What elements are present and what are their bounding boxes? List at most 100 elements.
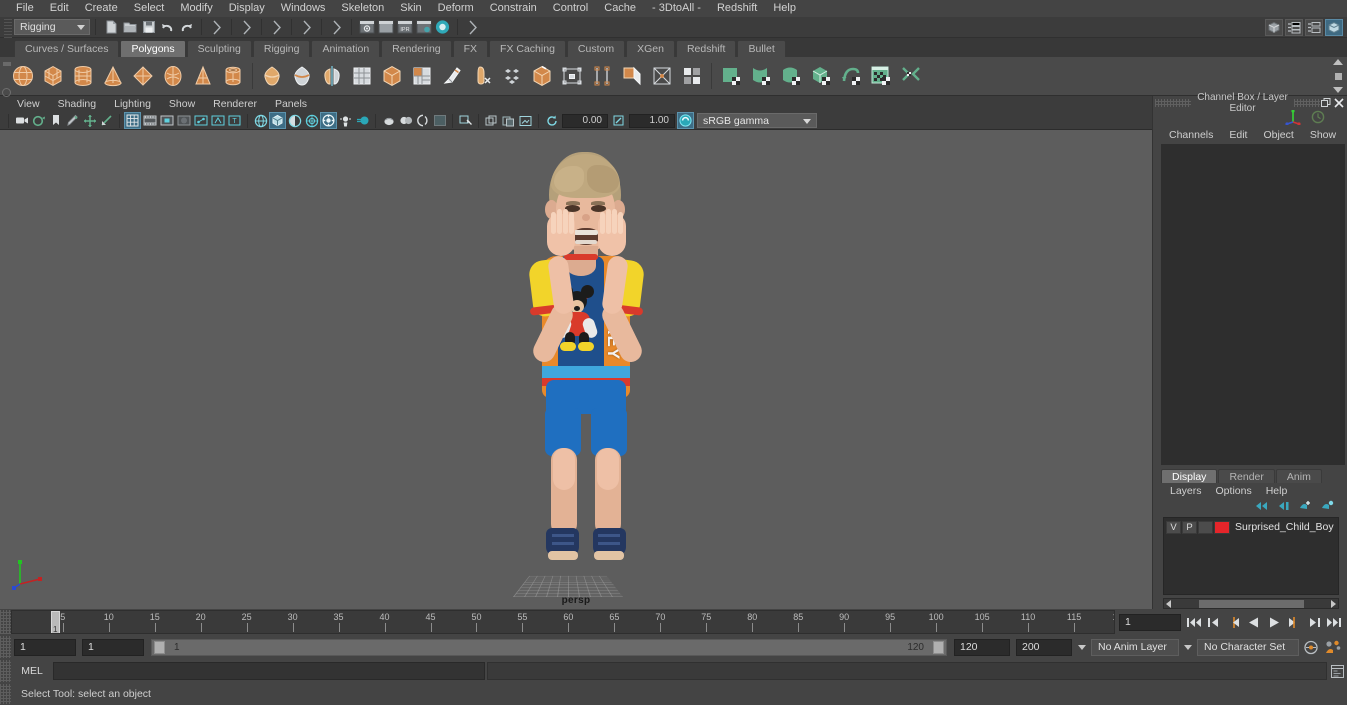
shelf-drag-handle[interactable] [2,57,12,114]
timeline-ruler[interactable]: 1 5 10 15 20 25 30 35 40 45 50 55 60 65 70 75 80 85 90 95 1… [11,610,1115,634]
chevron-down-icon[interactable] [1078,644,1086,650]
menu-skin[interactable]: Skin [392,0,429,17]
bookmark-icon[interactable] [31,113,46,128]
channel-menu-channels[interactable]: Channels [1161,126,1221,144]
menu-cache[interactable]: Cache [596,0,644,17]
poly-connect-icon[interactable] [497,61,527,91]
viewport-menu-shading[interactable]: Shading [49,96,106,112]
poly-combine-icon[interactable] [257,61,287,91]
show-hide-channel-box-icon[interactable] [1325,19,1343,36]
menu-3dtoall[interactable]: - 3DtoAll - [644,0,709,17]
layer-tab-display[interactable]: Display [1161,469,1218,483]
menu-set-selector[interactable]: Rigging [14,19,90,35]
channel-menu-edit[interactable]: Edit [1221,126,1255,144]
scroll-up-icon[interactable] [1333,59,1343,65]
menu-create[interactable]: Create [77,0,126,17]
layer-tab-render[interactable]: Render [1218,469,1275,483]
anim-start-field[interactable]: 1 [14,638,76,656]
shelf-tab-bullet[interactable]: Bullet [737,40,786,57]
show-hide-modeling-toolkit-icon[interactable] [1265,19,1283,36]
time-slider-drag-handle[interactable] [0,610,11,634]
range-bar-right-handle[interactable] [933,640,944,654]
animation-preferences-icon[interactable] [1321,638,1343,656]
poly-sphere-icon[interactable] [8,61,38,91]
render-current-frame-icon[interactable] [377,19,394,36]
uv-spherical-icon[interactable] [776,61,806,91]
poly-plane-icon[interactable] [128,61,158,91]
speed-toggle-icon[interactable] [1311,110,1325,127]
poly-booleans-icon[interactable] [377,61,407,91]
step-back-frame-icon[interactable] [1225,614,1242,631]
uv-planar-icon[interactable] [716,61,746,91]
viewport-menu-show[interactable]: Show [160,96,204,112]
scroll-right-icon[interactable] [1331,599,1336,608]
anim-layer-selector[interactable]: No Anim Layer [1091,638,1179,656]
wireframe-icon[interactable] [253,113,268,128]
layer-move-prev-icon[interactable] [1276,500,1291,515]
auto-key-icon[interactable] [1301,638,1321,656]
layer-add-empty-icon[interactable] [1320,500,1335,515]
layer-move-first-icon[interactable] [1254,500,1269,515]
layer-visibility-toggle[interactable]: V [1166,520,1181,534]
display-layer-icon[interactable] [432,113,447,128]
select-by-object-icon[interactable] [238,19,255,36]
shelf-tab-polygons[interactable]: Polygons [120,40,186,57]
shelf-tab-xgen[interactable]: XGen [626,40,675,57]
shelf-tab-rendering[interactable]: Rendering [381,40,452,57]
uv-editor-icon[interactable] [866,61,896,91]
range-slider-drag-handle[interactable] [0,636,11,658]
panel-drag-handle[interactable] [1155,99,1191,107]
layer-menu-help[interactable]: Help [1259,483,1295,500]
viewport-menu-renderer[interactable]: Renderer [204,96,266,112]
select-mask-icon[interactable] [298,19,315,36]
poly-wedge-icon[interactable] [617,61,647,91]
gamma-reset-icon[interactable] [611,113,626,128]
viewport-menu-view[interactable]: View [8,96,49,112]
viewport-paste-icon[interactable] [501,113,516,128]
layer-playback-toggle[interactable]: P [1182,520,1197,534]
step-forward-frame-icon[interactable] [1285,614,1302,631]
shelf-tab-redshift[interactable]: Redshift [675,40,737,57]
menu-constrain[interactable]: Constrain [482,0,545,17]
shadows-icon[interactable] [320,112,337,129]
select-by-hierarchy-icon[interactable] [208,19,225,36]
poly-smooth-icon[interactable] [347,61,377,91]
menu-display[interactable]: Display [221,0,273,17]
redo-icon[interactable] [178,19,195,36]
display-layer-list[interactable]: V P Surprised_Child_Boy [1163,517,1339,595]
uv-contour-stretch-icon[interactable] [836,61,866,91]
resolution-gate-icon[interactable] [159,113,174,128]
select-mask2-icon[interactable] [328,19,345,36]
viewport-copy-icon[interactable] [484,113,499,128]
menu-control[interactable]: Control [545,0,596,17]
script-editor-icon[interactable] [1327,662,1347,680]
poly-multi-cut-icon[interactable] [437,61,467,91]
menu-windows[interactable]: Windows [273,0,334,17]
open-scene-icon[interactable] [121,19,138,36]
isolate-select-icon[interactable] [415,113,430,128]
layer-name[interactable]: Surprised_Child_Boy [1235,521,1334,533]
shaded-wireframe-icon[interactable] [287,113,302,128]
channel-menu-object[interactable]: Object [1255,126,1301,144]
grid-toggle-icon[interactable] [124,112,141,129]
color-space-selector[interactable]: sRGB gamma [697,113,817,128]
texture-placement-icon[interactable]: T [227,113,242,128]
2d-pan-zoom-icon[interactable] [82,113,97,128]
use-all-lights-icon[interactable] [304,113,319,128]
poly-mirror-icon[interactable] [317,61,347,91]
smooth-shade-icon[interactable] [269,112,286,129]
screen-space-ao-icon[interactable] [338,113,353,128]
shelf-tab-curves-surfaces[interactable]: Curves / Surfaces [14,40,120,57]
poly-cube-icon[interactable] [38,61,68,91]
table-row[interactable]: V P Surprised_Child_Boy [1166,520,1336,534]
layer-shading-toggle[interactable] [1198,520,1213,534]
viewport-snapshot2-icon[interactable] [518,113,533,128]
go-to-end-icon[interactable] [1325,614,1342,631]
shelf-scroll-controls[interactable] [1332,59,1344,93]
menu-select[interactable]: Select [126,0,173,17]
xray-icon[interactable] [210,113,225,128]
motion-blur-icon[interactable] [355,113,370,128]
command-language-label[interactable]: MEL [11,665,53,677]
layer-add-selected-icon[interactable] [1298,500,1313,515]
gamma-field[interactable]: 1.00 [629,113,675,128]
